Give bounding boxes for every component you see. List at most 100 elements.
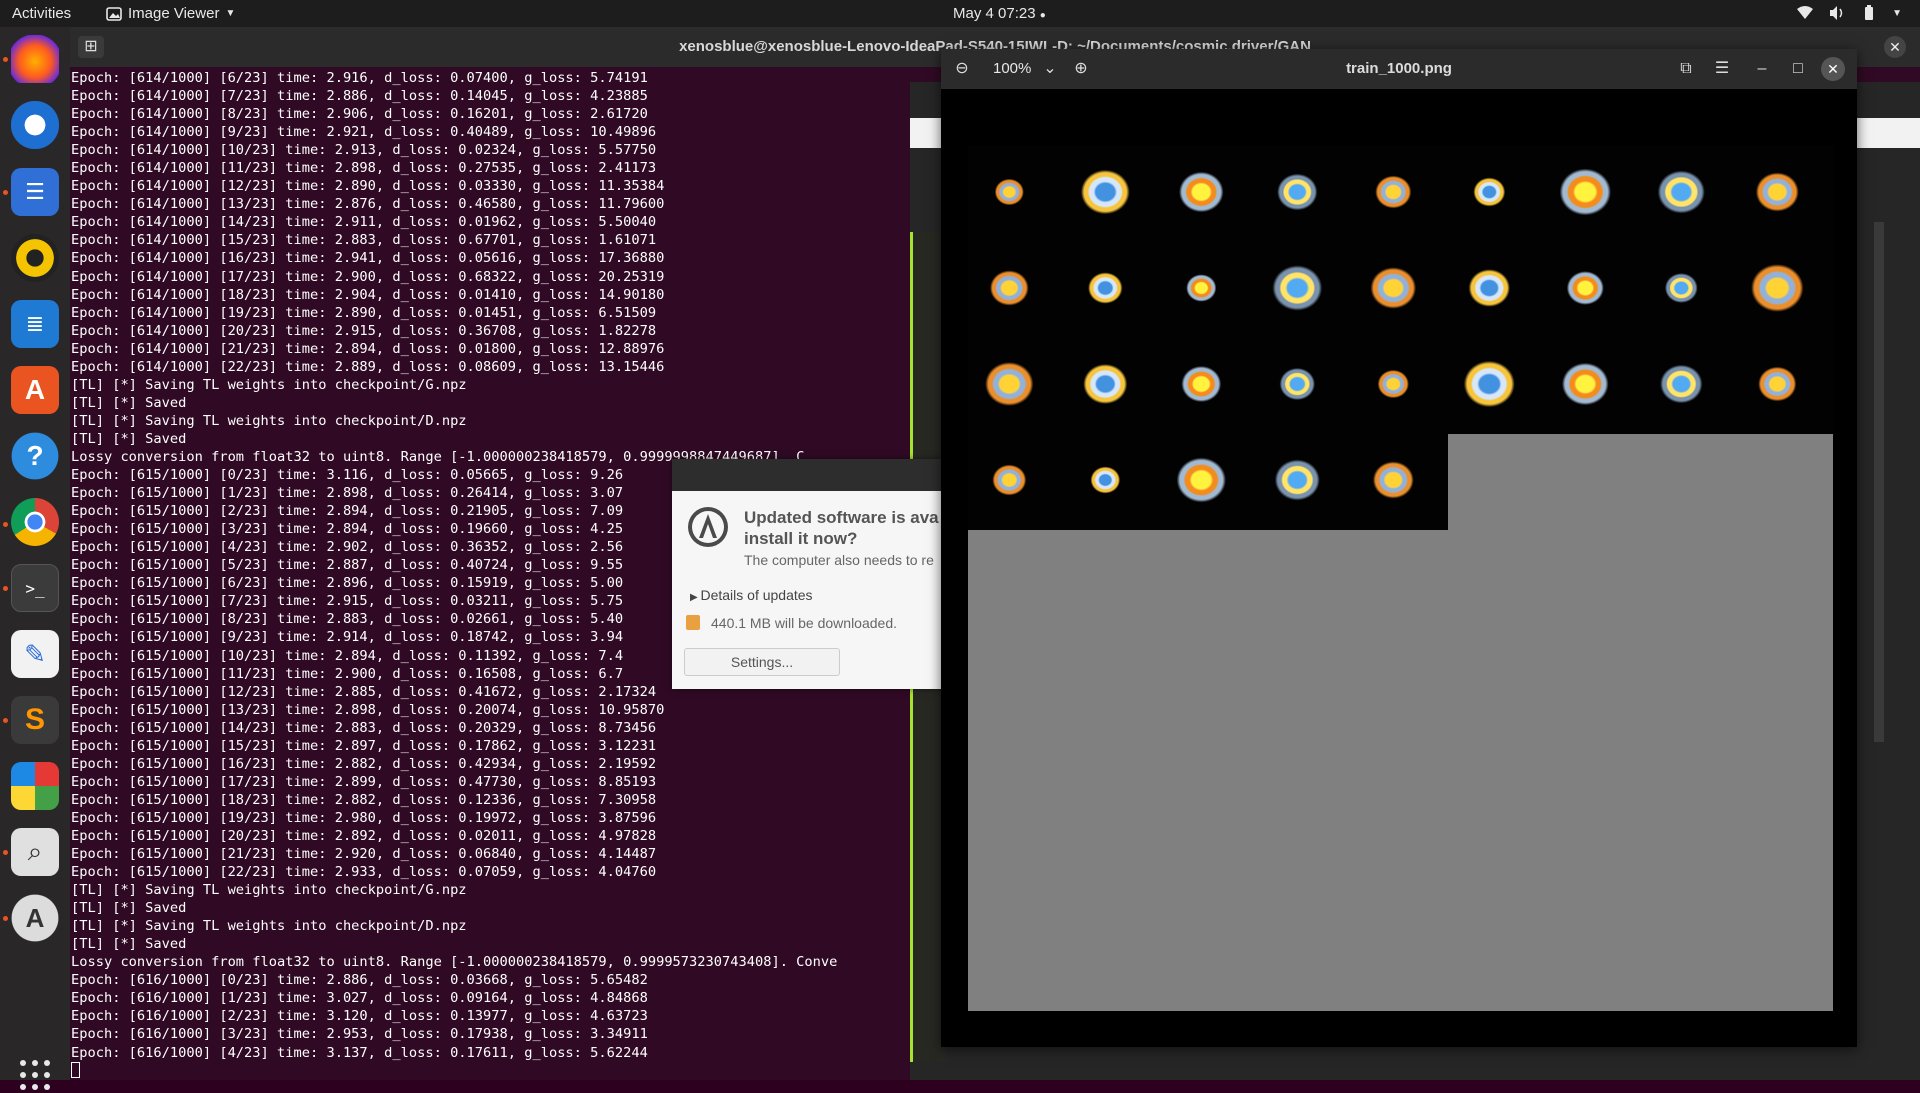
- software-updater-icon: [688, 507, 728, 547]
- terminal-line: Epoch: [614/1000] [9/23] time: 2.921, d_…: [71, 124, 657, 141]
- top-bar: Activities Image Viewer ▼ May 4 07:23 ● …: [0, 0, 1920, 27]
- terminal-line: [TL] [*] Saving TL weights into checkpoi…: [71, 376, 467, 393]
- rhythmbox-icon[interactable]: [11, 234, 59, 282]
- terminal-line: Epoch: [616/1000] [1/23] time: 3.027, d_…: [71, 990, 648, 1007]
- terminal-line: Lossy conversion from float32 to uint8. …: [71, 954, 838, 971]
- letter-a-icon: A: [25, 902, 45, 933]
- writer-icon[interactable]: ≣: [11, 300, 59, 348]
- prompt-glyph-icon: >_: [25, 578, 45, 598]
- volume-icon: [1830, 6, 1843, 20]
- terminal-line: [TL] [*] Saved: [71, 394, 187, 411]
- generated-sprite: [1744, 155, 1818, 229]
- generated-sprite: [1168, 155, 1242, 229]
- show-applications-icon[interactable]: [17, 1057, 53, 1093]
- dock: ☰ ≣ A ? >_ ✎ S ⌕ A: [0, 27, 70, 1090]
- generated-sprite: [976, 251, 1050, 325]
- scrollbar[interactable]: [1874, 222, 1884, 742]
- generated-sprite: [1360, 347, 1434, 421]
- settings-button[interactable]: Settings...: [684, 648, 840, 676]
- terminal-line: Epoch: [614/1000] [8/23] time: 2.906, d_…: [71, 106, 648, 123]
- running-indicator: [3, 718, 8, 723]
- terminal-line: Epoch: [614/1000] [22/23] time: 2.889, d…: [71, 358, 665, 375]
- image-empty-area: [1448, 434, 1833, 530]
- cursor: [71, 1061, 80, 1078]
- document-glyph-icon: ☰: [25, 179, 45, 204]
- generated-sprite: [1552, 251, 1626, 325]
- thunderbird-icon[interactable]: [11, 101, 59, 149]
- generated-sprite: [1648, 251, 1722, 325]
- terminal-line: [TL] [*] Saved: [71, 430, 187, 447]
- generated-sprite: [1360, 443, 1434, 517]
- generated-sprite: [1168, 251, 1242, 325]
- sublime-icon[interactable]: S: [11, 696, 59, 744]
- viewer-header: ⊖ 100% ⌄ ⊕ train_1000.png ⧉ ☰ – □ ✕: [941, 49, 1857, 89]
- details-expander[interactable]: ▶ Details of updates: [690, 587, 813, 603]
- generated-sprite: [1072, 347, 1146, 421]
- generated-sprite: [976, 155, 1050, 229]
- image-canvas[interactable]: [968, 145, 1833, 1011]
- terminal-line: Epoch: [615/1000] [21/23] time: 2.920, d…: [71, 846, 657, 863]
- terminal-line: [TL] [*] Saved: [71, 900, 187, 917]
- text-lines-icon: ≣: [25, 311, 45, 336]
- clock[interactable]: May 4 07:23 ●: [953, 5, 1046, 22]
- terminal-line: [TL] [*] Saving TL weights into checkpoi…: [71, 882, 467, 899]
- software-update-dialog[interactable]: Updated software is ava install it now? T…: [672, 459, 945, 689]
- notification-dot-icon: ●: [1039, 10, 1046, 21]
- app-menu[interactable]: Image Viewer ▼: [106, 5, 235, 22]
- text-editor-icon[interactable]: ✎: [11, 630, 59, 678]
- terminal-line: Epoch: [614/1000] [20/23] time: 2.915, d…: [71, 322, 657, 339]
- generated-sprite: [1168, 347, 1242, 421]
- terminal-line: Epoch: [615/1000] [17/23] time: 2.899, d…: [71, 773, 657, 790]
- terminal-line: Epoch: [615/1000] [14/23] time: 2.883, d…: [71, 719, 657, 736]
- help-icon[interactable]: ?: [11, 432, 59, 480]
- gallery-icon[interactable]: ⧉: [1675, 58, 1697, 80]
- running-indicator: [3, 850, 8, 855]
- close-icon[interactable]: ✕: [1821, 57, 1845, 81]
- heading-line-1: Updated software is ava: [744, 508, 939, 527]
- terminal-line: Epoch: [615/1000] [15/23] time: 2.897, d…: [71, 737, 657, 754]
- terminal-line: Epoch: [614/1000] [6/23] time: 2.916, d_…: [71, 70, 648, 86]
- generated-sprite: [1744, 251, 1818, 325]
- download-size: 440.1 MB will be downloaded.: [711, 615, 898, 631]
- minimize-icon[interactable]: –: [1751, 58, 1773, 80]
- terminal-line: Epoch: [616/1000] [0/23] time: 2.886, d_…: [71, 972, 648, 989]
- generated-sprite: [1648, 347, 1722, 421]
- terminal-line: Epoch: [614/1000] [15/23] time: 2.883, d…: [71, 232, 657, 249]
- terminal-line: Epoch: [614/1000] [7/23] time: 2.886, d_…: [71, 88, 648, 105]
- puzzle-icon[interactable]: [11, 762, 59, 810]
- generated-sprite: [1456, 251, 1530, 325]
- generated-sprite: [1552, 347, 1626, 421]
- terminal-line: [TL] [*] Saving TL weights into checkpoi…: [71, 412, 467, 429]
- update-manager-icon[interactable]: A: [11, 894, 59, 942]
- dialog-heading: Updated software is ava install it now?: [744, 507, 939, 549]
- system-tray[interactable]: ▼: [1796, 4, 1902, 22]
- firefox-icon[interactable]: [11, 35, 59, 83]
- letter-a-icon: A: [24, 374, 46, 405]
- wifi-icon: [1797, 6, 1814, 19]
- generated-sprite: [1264, 155, 1338, 229]
- terminal-line: Epoch: [614/1000] [21/23] time: 2.894, d…: [71, 340, 665, 357]
- clock-label: May 4 07:23: [953, 5, 1036, 22]
- terminal-cursor-line: [71, 1061, 970, 1080]
- pencil-icon: ✎: [24, 638, 46, 669]
- terminal-icon[interactable]: >_: [11, 564, 59, 612]
- generated-sprite: [1648, 155, 1722, 229]
- software-center-icon[interactable]: A: [11, 366, 59, 414]
- image-viewer-window[interactable]: ⊖ 100% ⌄ ⊕ train_1000.png ⧉ ☰ – □ ✕: [941, 49, 1857, 1047]
- files-icon[interactable]: ☰: [11, 168, 59, 216]
- generated-sprite: [1456, 347, 1530, 421]
- maximize-icon[interactable]: □: [1787, 58, 1809, 80]
- hamburger-menu-icon[interactable]: ☰: [1711, 58, 1733, 80]
- generated-sprite: [1360, 251, 1434, 325]
- question-mark-icon: ?: [26, 440, 44, 471]
- letter-s-icon: S: [24, 703, 45, 736]
- close-icon[interactable]: ✕: [1884, 36, 1906, 58]
- generated-sprite: [1360, 155, 1434, 229]
- generated-sprite: [1072, 251, 1146, 325]
- image-viewer-icon[interactable]: ⌕: [11, 828, 59, 876]
- generated-sprite: [1072, 155, 1146, 229]
- activities-button[interactable]: Activities: [12, 5, 71, 22]
- details-label: Details of updates: [700, 587, 813, 603]
- chrome-icon[interactable]: [11, 498, 59, 546]
- generated-sprite: [1264, 347, 1338, 421]
